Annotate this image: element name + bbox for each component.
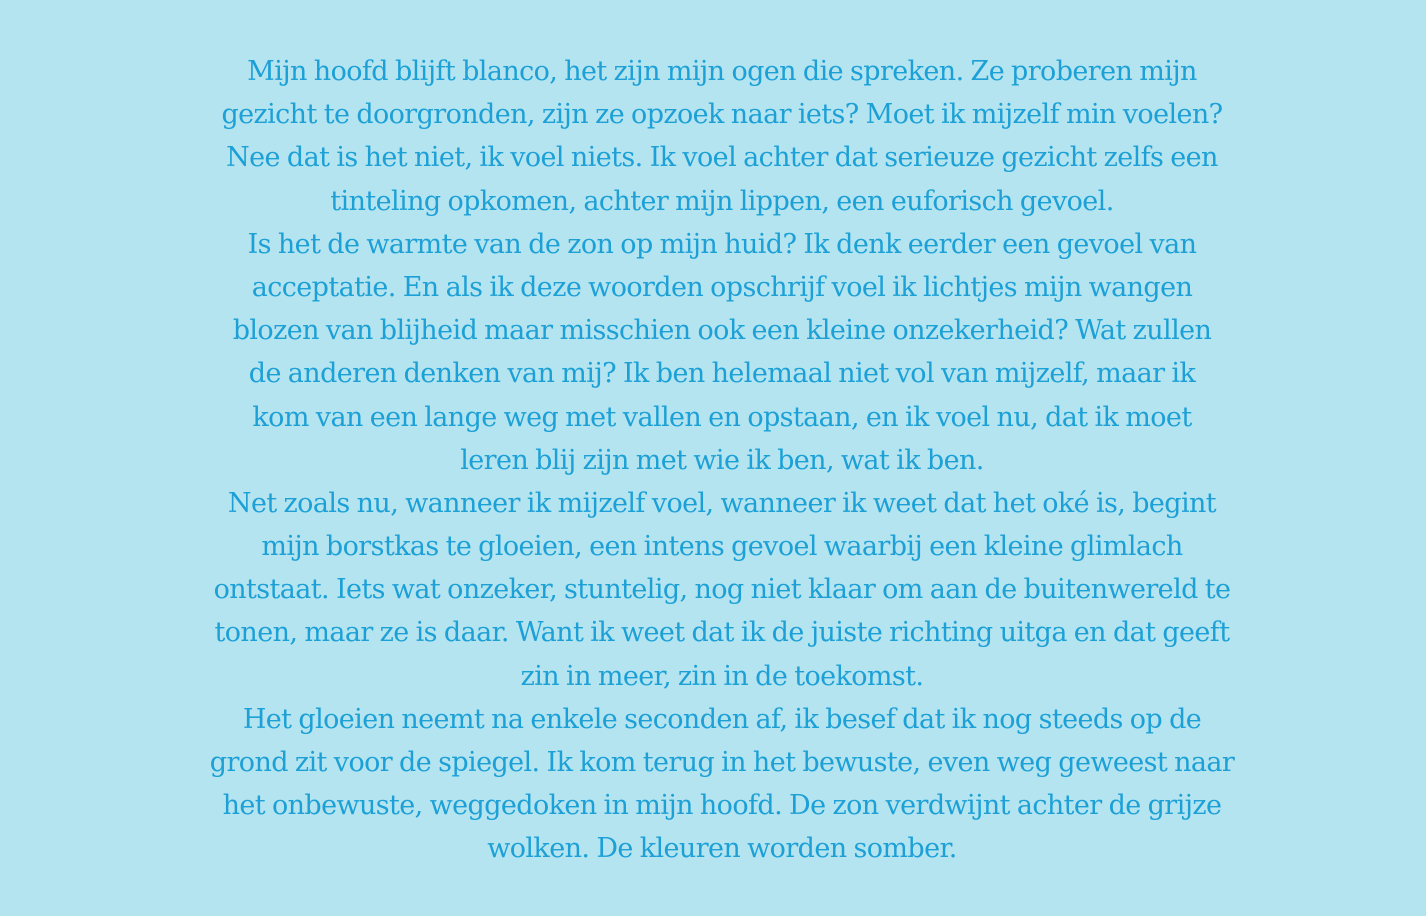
text-line: Is het de warmte van de zon op mijn huid… [247, 228, 1197, 260]
text-line: zin in meer, zin in de toekomst. [520, 660, 924, 692]
text-line: Net zoals nu, wanneer ik mijzelf voel, w… [227, 487, 1217, 519]
text-line: acceptatie. En als ik deze woorden opsch… [251, 271, 1193, 303]
text-line: de anderen denken van mij? Ik ben helema… [248, 358, 1196, 390]
text-line: Nee dat is het niet, ik voel niets. Ik v… [226, 142, 1218, 174]
text-line: kom van een lange weg met vallen en opst… [252, 401, 1192, 433]
poem-text: Mijn hoofd blijft blanco, het zijn mijn … [180, 50, 1264, 871]
text-line: het onbewuste, weggedoken in mijn hoofd.… [222, 790, 1222, 822]
page-background: Mijn hoofd blijft blanco, het zijn mijn … [0, 0, 1426, 916]
text-line: mijn borstkas te gloeien, een intens gev… [261, 531, 1183, 563]
text-line: wolken. De kleuren worden somber. [487, 833, 957, 865]
text-line: tinteling opkomen, achter mijn lippen, e… [330, 185, 1114, 217]
text-line: leren blij zijn met wie ik ben, wat ik b… [460, 444, 984, 476]
text-line: Het gloeien neemt na enkele seconden af,… [242, 703, 1202, 735]
text-line: tonen, maar ze is daar. Want ik weet dat… [214, 617, 1231, 649]
text-line: Mijn hoofd blijft blanco, het zijn mijn … [247, 56, 1197, 87]
text-line: blozen van blijheid maar misschien ook e… [232, 315, 1212, 347]
text-line: gezicht te doorgronden, zijn ze opzoek n… [221, 99, 1223, 131]
text-line: ontstaat. Iets wat onzeker, stuntelig, n… [213, 574, 1231, 606]
text-line: grond zit voor de spiegel. Ik kom terug … [209, 747, 1235, 778]
